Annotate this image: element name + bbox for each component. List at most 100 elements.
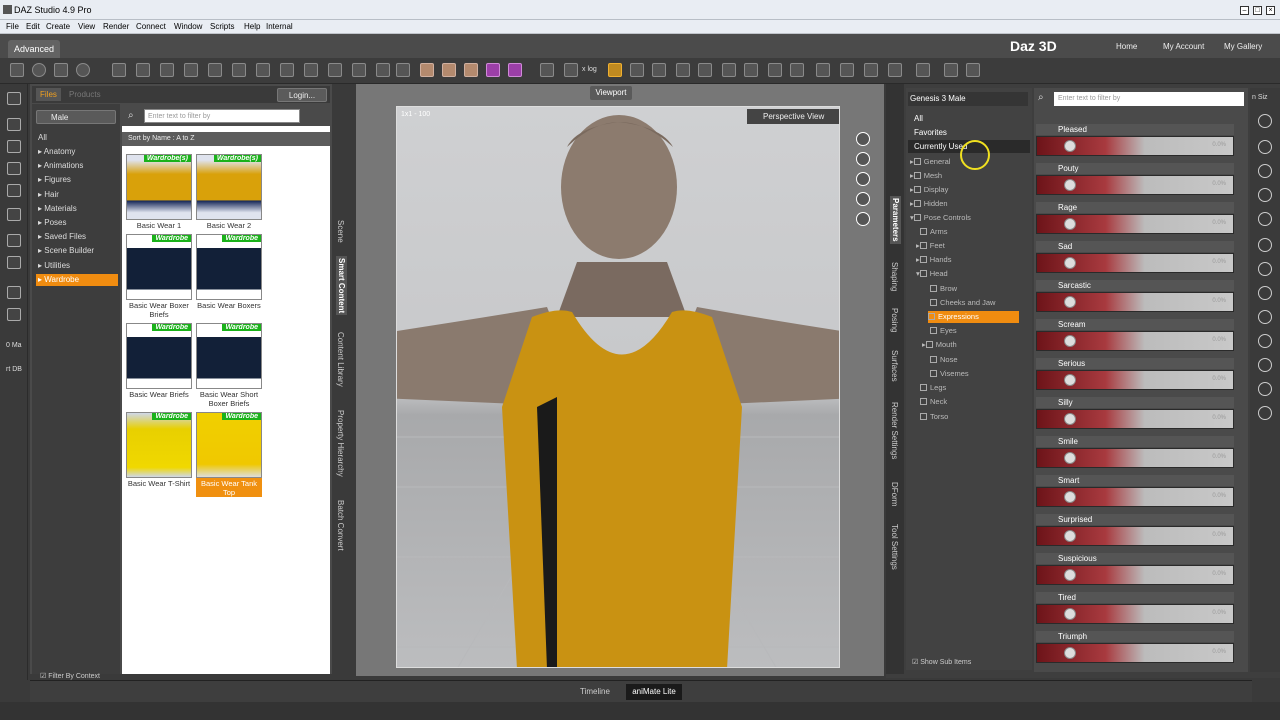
sort-dropdown[interactable]: Sort by Name : A to Z: [122, 132, 330, 146]
folder-dropdown[interactable]: Male: [36, 110, 116, 124]
maximize-button[interactable]: □: [1253, 6, 1262, 15]
slider-knob[interactable]: [1064, 608, 1076, 620]
geometry-editor-icon[interactable]: [184, 63, 198, 77]
menu-window[interactable]: Window: [174, 22, 202, 31]
pose-tool-icon[interactable]: [208, 63, 222, 77]
view-cube[interactable]: [839, 175, 840, 207]
content-item[interactable]: Wardrobe Basic Wear T-Shirt: [126, 412, 192, 488]
category-materials[interactable]: ▸ Materials: [36, 203, 118, 215]
figure-selector[interactable]: Genesis 3 Male: [908, 92, 1028, 106]
spot-render-icon[interactable]: [328, 63, 342, 77]
slider-knob[interactable]: [1064, 179, 1076, 191]
tab-batch-convert[interactable]: Batch Convert: [336, 500, 345, 551]
reset-view-icon[interactable]: [856, 212, 870, 226]
tab-property-hierarchy[interactable]: Property Hierarchy: [336, 410, 345, 477]
pointer-render-icon[interactable]: [916, 63, 930, 77]
graph-tool-icon[interactable]: [540, 63, 554, 77]
help-icon[interactable]: [32, 63, 46, 77]
slider-suspicious[interactable]: Suspicious 0.0%: [1036, 553, 1234, 587]
filter-by-context-checkbox[interactable]: ☑ Filter By Context: [40, 672, 100, 680]
pin-icon[interactable]: [7, 308, 21, 321]
tree-node[interactable]: Neck: [920, 396, 947, 408]
category-animations[interactable]: ▸ Animations: [36, 160, 118, 172]
tree-node[interactable]: Arms: [920, 226, 948, 238]
tree-node[interactable]: ▸ Feet: [916, 240, 945, 252]
lock-icon[interactable]: [1258, 310, 1272, 324]
tab-scene[interactable]: Scene: [336, 220, 345, 243]
joint-editor-icon[interactable]: [136, 63, 150, 77]
tree-node[interactable]: ▸ General: [910, 156, 950, 168]
show-sub-items-checkbox[interactable]: ☑ Show Sub Items: [912, 658, 971, 666]
tab-advanced[interactable]: Advanced: [8, 40, 60, 58]
slider-knob[interactable]: [1064, 257, 1076, 269]
slider-pleased[interactable]: Pleased 0.0%: [1036, 124, 1234, 158]
slider-smart[interactable]: Smart 0.0%: [1036, 475, 1234, 509]
content-item[interactable]: Wardrobe Basic Wear Boxers: [196, 234, 262, 310]
content-item[interactable]: Wardrobe Basic Wear Boxer Briefs: [126, 234, 192, 319]
category-scene-builder[interactable]: ▸ Scene Builder: [36, 245, 118, 257]
figure-tool-icon[interactable]: [768, 63, 782, 77]
slider-surprised[interactable]: Surprised 0.0%: [1036, 514, 1234, 548]
menu-internal[interactable]: Internal: [266, 22, 293, 31]
slider-sad[interactable]: Sad 0.0%: [1036, 241, 1234, 275]
content-item[interactable]: Wardrobe(s) Basic Wear 2: [196, 154, 262, 230]
save-icon[interactable]: [7, 162, 21, 175]
tab-tool-settings[interactable]: Tool Settings: [890, 524, 899, 570]
face-preset-1-icon[interactable]: [420, 63, 434, 77]
star-tool-icon[interactable]: [790, 63, 804, 77]
settings-list-icon[interactable]: [1258, 382, 1272, 396]
group-all[interactable]: All: [908, 112, 1030, 125]
clock-icon[interactable]: [1258, 164, 1272, 178]
tree-node[interactable]: ▸ Mouth: [922, 339, 957, 351]
slider-knob[interactable]: [1064, 569, 1076, 581]
content-item[interactable]: Wardrobe(s) Basic Wear 1: [126, 154, 192, 230]
menu-create[interactable]: Create: [46, 22, 70, 31]
category-all[interactable]: All: [36, 132, 118, 144]
tab-smart-content[interactable]: Smart Content: [336, 256, 347, 316]
brush-tool-icon[interactable]: [816, 63, 830, 77]
node-selection-icon[interactable]: [10, 63, 24, 77]
category-hair[interactable]: ▸ Hair: [36, 189, 118, 201]
open-file-icon[interactable]: [7, 118, 21, 131]
tree-node-expressions[interactable]: Expressions: [928, 311, 1019, 323]
select-tool-icon[interactable]: [112, 63, 126, 77]
download-icon[interactable]: [7, 286, 21, 299]
tab-shaping[interactable]: Shaping: [890, 262, 899, 291]
save-as-icon[interactable]: [7, 184, 21, 197]
rotate-view-icon[interactable]: [652, 63, 666, 77]
tab-products[interactable]: Products: [69, 90, 101, 99]
universal-tool-icon[interactable]: [280, 63, 294, 77]
category-poses[interactable]: ▸ Poses: [36, 217, 118, 229]
slider-serious[interactable]: Serious 0.0%: [1036, 358, 1234, 392]
new-file-icon[interactable]: [7, 92, 21, 105]
camera-icon[interactable]: [944, 63, 958, 77]
slider-sarcastic[interactable]: Sarcastic 0.0%: [1036, 280, 1234, 314]
slider-knob[interactable]: [1064, 335, 1076, 347]
slider-knob[interactable]: [1064, 452, 1076, 464]
move-view-icon[interactable]: [676, 63, 690, 77]
category-figures[interactable]: ▸ Figures: [36, 174, 118, 186]
category-anatomy[interactable]: ▸ Anatomy: [36, 146, 118, 158]
tree-node[interactable]: Nose: [930, 354, 958, 366]
content-item[interactable]: Wardrobe Basic Wear Short Boxer Briefs: [196, 323, 262, 408]
translate-tool-icon[interactable]: [232, 63, 246, 77]
tree-node[interactable]: ▸ Mesh: [910, 170, 942, 182]
orbit-view-icon[interactable]: [856, 132, 870, 146]
list-icon[interactable]: [1258, 114, 1272, 128]
slider-knob[interactable]: [1064, 374, 1076, 386]
slider-knob[interactable]: [1064, 296, 1076, 308]
search-input[interactable]: Enter text to filter by: [144, 109, 300, 123]
menu-edit[interactable]: Edit: [26, 22, 40, 31]
face-preset-3-icon[interactable]: [464, 63, 478, 77]
content-item-selected[interactable]: Wardrobe Basic Wear Tank Top: [196, 412, 262, 497]
category-saved-files[interactable]: ▸ Saved Files: [36, 231, 118, 243]
tree-node[interactable]: Torso: [920, 411, 948, 423]
tab-render-settings[interactable]: Render Settings: [890, 402, 899, 459]
slider-silly[interactable]: Silly 0.0%: [1036, 397, 1234, 431]
wand-tool-icon[interactable]: [864, 63, 878, 77]
whats-this-icon[interactable]: [76, 63, 90, 77]
tree-node[interactable]: Cheeks and Jaw: [930, 297, 995, 309]
pointer-tool-icon[interactable]: [608, 63, 622, 77]
tree-node[interactable]: Legs: [920, 382, 946, 394]
surface-selection-icon[interactable]: [304, 63, 318, 77]
